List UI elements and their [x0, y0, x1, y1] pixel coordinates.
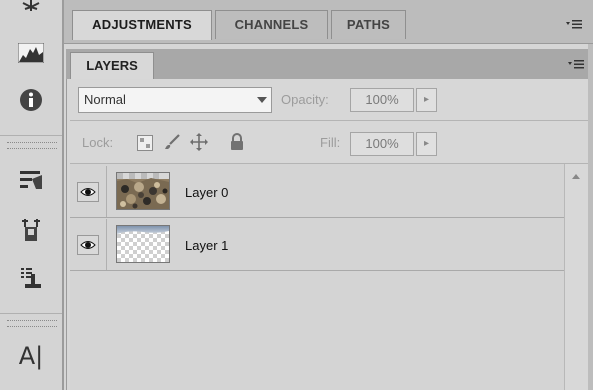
opacity-slider-button[interactable]: ▸ [416, 88, 437, 112]
tab-paths[interactable]: PATHS [331, 10, 406, 39]
tab-channels[interactable]: CHANNELS [215, 10, 328, 39]
panel-menu-icon[interactable] [566, 57, 586, 71]
info-icon[interactable] [17, 87, 45, 113]
scroll-up-arrow-icon[interactable] [572, 174, 580, 179]
character-icon[interactable]: A| [17, 342, 45, 370]
panel-edge [588, 44, 593, 390]
panel-tab-bar: ADJUSTMENTS CHANNELS PATHS [64, 0, 593, 44]
fill-slider-button[interactable]: ▸ [416, 132, 437, 156]
eye-icon[interactable] [77, 181, 99, 202]
lock-label: Lock: [82, 135, 114, 150]
panel-dock: A| [0, 0, 64, 390]
tool-presets-icon[interactable] [17, 266, 45, 292]
panel-menu-icon[interactable] [564, 17, 584, 31]
chevron-down-icon [257, 97, 267, 103]
lock-pixels-brush-icon[interactable] [163, 133, 181, 151]
opacity-label: Opacity: [281, 92, 329, 107]
brush-presets-icon[interactable] [17, 167, 45, 193]
opacity-field[interactable]: 100% [350, 88, 414, 112]
visibility-cell [70, 166, 107, 217]
tab-label: ADJUSTMENTS [92, 17, 192, 32]
fill-label: Fill: [320, 135, 341, 150]
puppet-warp-icon[interactable] [17, 0, 45, 20]
fill-field[interactable]: 100% [350, 132, 414, 156]
layer-row-layer-1[interactable]: Layer 1 [70, 219, 564, 271]
tab-label: PATHS [346, 17, 391, 32]
tab-label: LAYERS [86, 58, 138, 73]
layers-scrollbar[interactable] [564, 164, 588, 390]
layer-thumbnail [116, 172, 170, 210]
visibility-cell [70, 219, 107, 270]
lock-all-icon[interactable] [228, 133, 246, 151]
layer-name[interactable]: Layer 0 [185, 185, 228, 200]
layer-name[interactable]: Layer 1 [185, 238, 228, 253]
blend-mode-value: Normal [84, 92, 126, 107]
clone-source-icon[interactable] [17, 217, 45, 243]
dock-grip[interactable] [7, 320, 57, 327]
histogram-icon[interactable] [17, 40, 45, 66]
character-glyph: A| [18, 342, 44, 370]
layer-thumbnail [116, 225, 170, 263]
divider [70, 120, 588, 121]
tab-adjustments[interactable]: ADJUSTMENTS [72, 10, 212, 40]
layer-row-layer-0[interactable]: Layer 0 [70, 166, 564, 218]
lock-transparency-icon[interactable] [136, 134, 154, 152]
dock-grip[interactable] [7, 142, 57, 149]
tab-layers[interactable]: LAYERS [70, 52, 154, 79]
lock-position-move-icon[interactable] [190, 133, 208, 151]
tab-label: CHANNELS [234, 17, 309, 32]
blend-mode-select[interactable]: Normal [78, 87, 272, 113]
eye-icon[interactable] [77, 234, 99, 255]
